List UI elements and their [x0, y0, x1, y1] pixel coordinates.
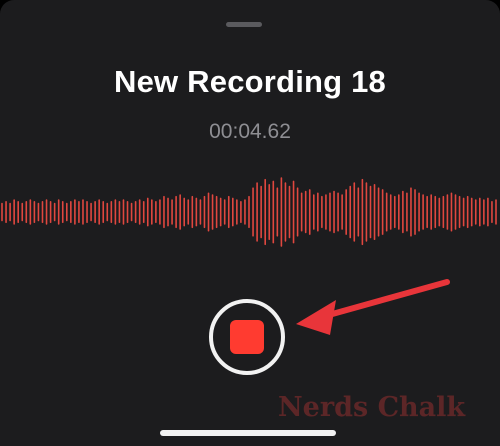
recording-sheet: New Recording 18 00:04.62 Nerds Chalk [0, 0, 500, 446]
home-indicator[interactable] [160, 430, 336, 436]
sheet-grabber-handle[interactable] [226, 22, 262, 27]
recording-title: New Recording 18 [114, 64, 386, 99]
nerds-chalk-watermark: Nerds Chalk [278, 392, 466, 423]
stop-recording-button[interactable] [209, 299, 285, 375]
stop-icon [230, 320, 264, 354]
audio-waveform [1, 177, 497, 247]
recording-timer: 00:04.62 [209, 120, 291, 143]
